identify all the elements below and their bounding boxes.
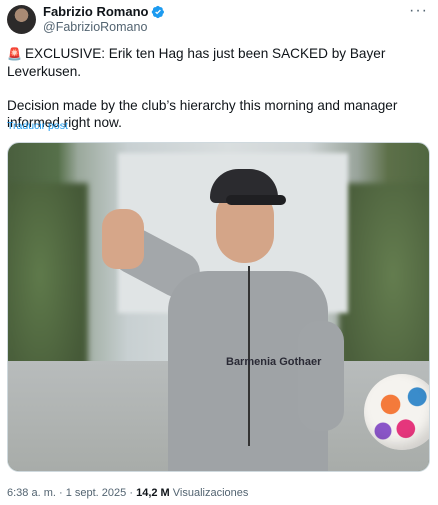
tweet-image[interactable]: Barmenia Gothaer — [7, 142, 430, 472]
author-name-row[interactable]: Fabrizio Romano — [43, 4, 165, 19]
tweet-line-1-text: EXCLUSIVE: Erik ten Hag has just been SA… — [7, 46, 386, 79]
meta-separator: · — [58, 487, 63, 499]
siren-emoji-icon: 🚨 — [7, 47, 22, 61]
football-ball — [364, 374, 429, 450]
coach-cap-brim — [226, 195, 286, 205]
tweet-line-2: Decision made by the club’s hierarchy th… — [7, 98, 398, 130]
views-count: 14,2 M — [136, 487, 170, 499]
tweet-metadata: 6:38 a. m. · 1 sept. 2025 · 14,2 M Visua… — [7, 487, 248, 499]
tweet-time[interactable]: 6:38 a. m. — [7, 487, 56, 499]
tweet-line-1: 🚨 EXCLUSIVE: Erik ten Hag has just been S… — [7, 45, 432, 80]
author-handle[interactable]: @FabrizioRomano — [43, 20, 147, 34]
coach-figure: Barmenia Gothaer — [98, 161, 429, 471]
tweet-date[interactable]: 1 sept. 2025 — [66, 487, 127, 499]
coach-right-arm — [298, 321, 344, 431]
more-options-icon[interactable]: ··· — [409, 2, 428, 20]
translate-post-link[interactable]: Traducir post — [7, 120, 68, 132]
tweet-text: 🚨 EXCLUSIVE: Erik ten Hag has just been S… — [7, 45, 432, 131]
jersey-sponsor-logo: Barmenia Gothaer — [226, 356, 322, 368]
verified-badge-icon — [152, 5, 165, 18]
coach-raised-hand — [102, 209, 144, 269]
display-name[interactable]: Fabrizio Romano — [43, 4, 148, 19]
avatar[interactable] — [7, 5, 36, 34]
meta-separator-2: · — [129, 487, 134, 499]
views-label: Visualizaciones — [172, 487, 249, 499]
